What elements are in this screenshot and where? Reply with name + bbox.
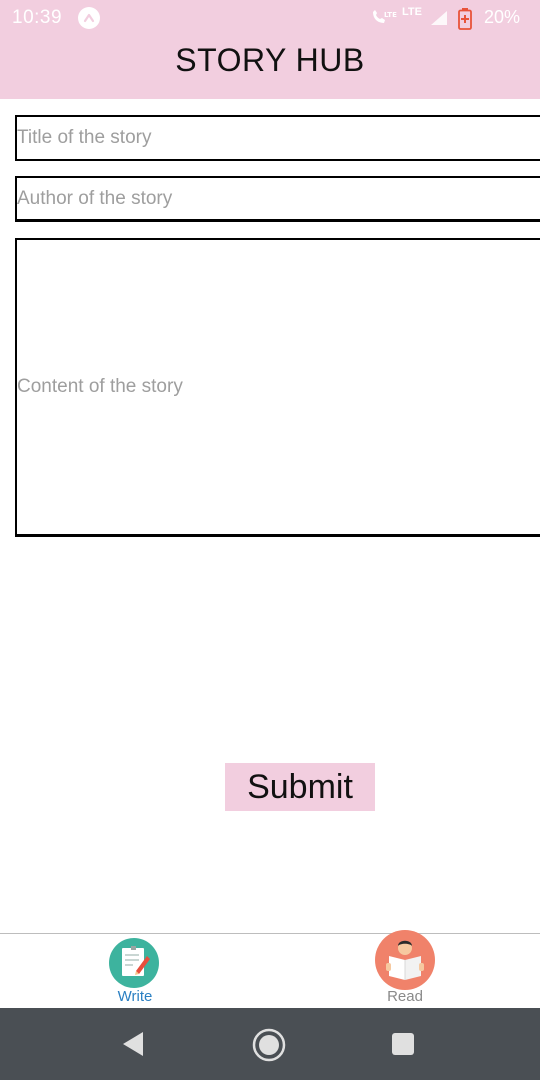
story-author-input[interactable]: [15, 176, 540, 222]
bottom-tab-bar: Write Read: [0, 930, 540, 1009]
svg-text:LTE: LTE: [384, 11, 397, 19]
app-notification-icon: [78, 7, 100, 29]
tab-read-label: Read: [387, 988, 423, 1005]
submit-button[interactable]: Submit: [225, 763, 375, 811]
screen: 10:39 LTE LTE 20% STORY HUB Title of the…: [0, 0, 540, 1080]
system-navigation-bar: [0, 1008, 540, 1080]
tab-write[interactable]: Write: [0, 934, 270, 1009]
battery-percentage: 20%: [484, 7, 521, 27]
read-icon: [375, 930, 435, 990]
signal-icon: [430, 10, 448, 31]
back-icon[interactable]: [120, 1030, 146, 1063]
recents-icon[interactable]: [391, 1032, 415, 1061]
battery-icon: [458, 8, 472, 35]
page-title: STORY HUB: [175, 42, 365, 78]
tab-write-label: Write: [117, 988, 153, 1005]
status-time: 10:39: [12, 7, 63, 28]
network-type: LTE: [402, 6, 422, 18]
volte-icon: LTE: [370, 8, 400, 26]
story-content-input[interactable]: Content of the story: [15, 238, 540, 537]
app-header: 10:39 LTE LTE 20% STORY HUB: [0, 0, 540, 99]
content-placeholder: Content of the story: [17, 376, 183, 397]
story-title-input[interactable]: [15, 115, 540, 161]
write-icon: [109, 938, 159, 988]
tab-read[interactable]: Read: [270, 930, 540, 1009]
home-icon[interactable]: [251, 1027, 287, 1068]
